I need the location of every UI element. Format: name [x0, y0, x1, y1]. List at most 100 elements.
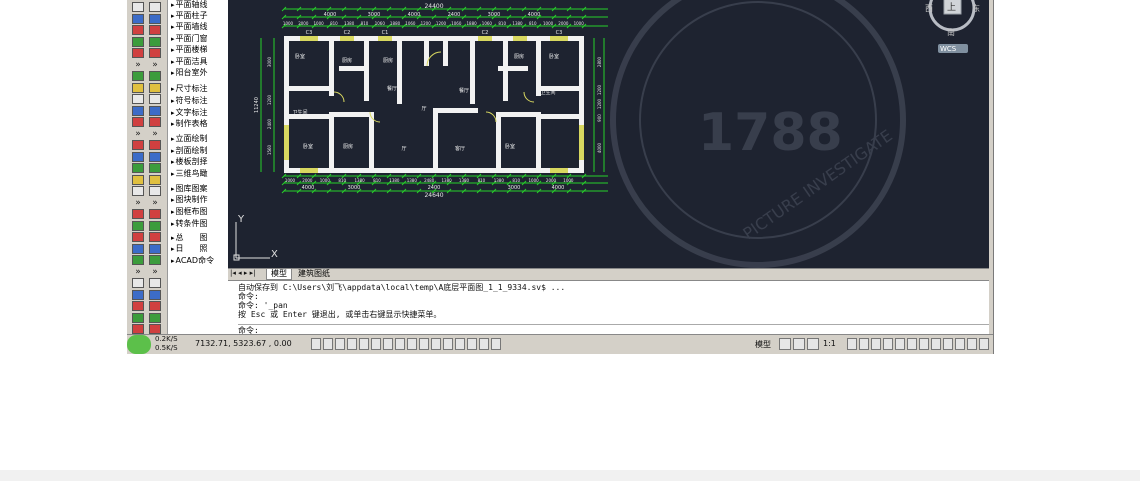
menu-item-19[interactable]: 总 图: [171, 233, 208, 243]
draw-tool-icon-25[interactable]: [132, 289, 144, 300]
sbtn-left-toggle-0[interactable]: [311, 338, 321, 350]
edit-tool-icon-21[interactable]: [149, 243, 161, 254]
edit-tool-icon-19[interactable]: [149, 220, 161, 231]
edit-tool-icon-15[interactable]: [149, 174, 161, 185]
edit-tool-icon-20[interactable]: [149, 232, 161, 242]
menu-item-8[interactable]: 符号标注: [171, 96, 208, 106]
edit-tool-icon-25[interactable]: [149, 289, 161, 300]
menu-item-12[interactable]: 剖面绘制: [171, 146, 208, 156]
edit-tool-icon-26[interactable]: [149, 301, 161, 311]
tray-icon-3[interactable]: [883, 338, 893, 350]
tray-icon-11[interactable]: [979, 338, 989, 350]
menu-item-1[interactable]: 平面柱子: [171, 11, 208, 21]
draw-tool-icon-13[interactable]: [132, 151, 144, 162]
menu-item-3[interactable]: 平面门窗: [171, 34, 208, 44]
sbtn-left-toggle-3[interactable]: [347, 338, 357, 350]
draw-tool-icon-26[interactable]: [132, 301, 144, 311]
tray-icon-4[interactable]: [895, 338, 905, 350]
sbtn-left-toggle-15[interactable]: [491, 338, 501, 350]
menu-item-15[interactable]: 图库图案: [171, 184, 208, 194]
edit-tool-icon-4[interactable]: [149, 48, 161, 58]
edit-tool-icon-22[interactable]: [149, 255, 161, 265]
edit-tool-icon-9[interactable]: [149, 105, 161, 116]
sbtn-left-toggle-10[interactable]: [431, 338, 441, 350]
edit-tool-icon-17[interactable]: »: [149, 198, 161, 208]
sbtn-left-toggle-8[interactable]: [407, 338, 417, 350]
edit-tool-icon-3[interactable]: [149, 36, 161, 47]
model-space-label[interactable]: 模型: [755, 339, 771, 350]
edit-tool-icon-24[interactable]: [149, 278, 161, 288]
edit-tool-icon-5[interactable]: »: [149, 60, 161, 70]
draw-tool-icon-9[interactable]: [132, 105, 144, 116]
edit-tool-icon-10[interactable]: [149, 117, 161, 127]
tray-icon-8[interactable]: [943, 338, 953, 350]
edit-tool-icon-16[interactable]: [149, 186, 161, 196]
annotation-scale[interactable]: 1:1: [823, 339, 836, 348]
sbtn-right-toggle-2[interactable]: [807, 338, 819, 350]
sbtn-left-toggle-4[interactable]: [359, 338, 369, 350]
draw-tool-icon-12[interactable]: [132, 140, 144, 150]
sbtn-left-toggle-7[interactable]: [395, 338, 405, 350]
tab-building-sheet[interactable]: 建筑图纸: [294, 269, 334, 279]
draw-tool-icon-10[interactable]: [132, 117, 144, 127]
menu-item-16[interactable]: 图块制作: [171, 195, 208, 205]
draw-tool-icon-19[interactable]: [132, 220, 144, 231]
menu-item-18[interactable]: 转条件图: [171, 219, 208, 229]
draw-tool-icon-6[interactable]: [132, 71, 144, 81]
menu-item-6[interactable]: 阳台室外: [171, 68, 208, 78]
draw-tool-icon-22[interactable]: [132, 255, 144, 265]
draw-tool-icon-5[interactable]: »: [132, 60, 144, 70]
draw-tool-icon-18[interactable]: [132, 209, 144, 219]
edit-tool-icon-23[interactable]: »: [149, 267, 161, 277]
draw-tool-icon-16[interactable]: [132, 186, 144, 196]
draw-tool-icon-14[interactable]: [132, 163, 144, 173]
drawing-canvas[interactable]: 1788 PICTURE INVESTIGATE 24400 4000 3000…: [228, 0, 989, 268]
draw-tool-icon-3[interactable]: [132, 36, 144, 47]
tab-nav-arrows[interactable]: |◂ ◂ ▸ ▸|: [230, 269, 255, 277]
menu-item-20[interactable]: 日 照: [171, 244, 208, 254]
edit-tool-icon-28[interactable]: [149, 324, 161, 334]
draw-tool-icon-2[interactable]: [132, 25, 144, 35]
draw-tool-icon-20[interactable]: [132, 232, 144, 242]
sbtn-left-toggle-12[interactable]: [455, 338, 465, 350]
draw-tool-icon-17[interactable]: »: [132, 198, 144, 208]
sbtn-left-toggle-13[interactable]: [467, 338, 477, 350]
sbtn-left-toggle-6[interactable]: [383, 338, 393, 350]
tray-icon-2[interactable]: [871, 338, 881, 350]
menu-item-10[interactable]: 制作表格: [171, 119, 208, 129]
draw-tool-icon-28[interactable]: [132, 324, 144, 334]
menu-item-2[interactable]: 平面墙线: [171, 22, 208, 32]
menu-item-0[interactable]: 平面轴线: [171, 0, 208, 10]
draw-tool-icon-23[interactable]: »: [132, 267, 144, 277]
draw-tool-icon-24[interactable]: [132, 278, 144, 288]
sbtn-right-toggle-1[interactable]: [793, 338, 805, 350]
tab-model[interactable]: 模型: [266, 269, 292, 280]
menu-item-4[interactable]: 平面楼梯: [171, 45, 208, 55]
edit-tool-icon-7[interactable]: [149, 82, 161, 93]
edit-tool-icon-0[interactable]: [149, 2, 161, 12]
menu-item-13[interactable]: 楼板剖择: [171, 157, 208, 167]
tray-icon-10[interactable]: [967, 338, 977, 350]
edit-tool-icon-8[interactable]: [149, 94, 161, 104]
sbtn-left-toggle-11[interactable]: [443, 338, 453, 350]
view-compass[interactable]: 上 西 东 南 WCS: [925, 0, 980, 53]
sbtn-right-toggle-0[interactable]: [779, 338, 791, 350]
menu-item-9[interactable]: 文字标注: [171, 108, 208, 118]
sbtn-left-toggle-5[interactable]: [371, 338, 381, 350]
edit-tool-icon-14[interactable]: [149, 163, 161, 173]
menu-item-21[interactable]: ACAD命令: [171, 256, 215, 266]
tray-icon-5[interactable]: [907, 338, 917, 350]
draw-tool-icon-7[interactable]: [132, 82, 144, 93]
tray-icon-7[interactable]: [931, 338, 941, 350]
edit-tool-icon-13[interactable]: [149, 151, 161, 162]
menu-item-14[interactable]: 三维鸟瞰: [171, 169, 208, 179]
tray-icon-6[interactable]: [919, 338, 929, 350]
sbtn-left-toggle-1[interactable]: [323, 338, 333, 350]
command-line-area[interactable]: 自动保存到 C:\Users\刘飞\appdata\local\temp\A底层…: [228, 280, 989, 335]
draw-tool-icon-15[interactable]: [132, 174, 144, 185]
menu-item-17[interactable]: 图框布图: [171, 207, 208, 217]
draw-tool-icon-4[interactable]: [132, 48, 144, 58]
draw-tool-icon-1[interactable]: [132, 13, 144, 24]
edit-tool-icon-12[interactable]: [149, 140, 161, 150]
draw-tool-icon-21[interactable]: [132, 243, 144, 254]
